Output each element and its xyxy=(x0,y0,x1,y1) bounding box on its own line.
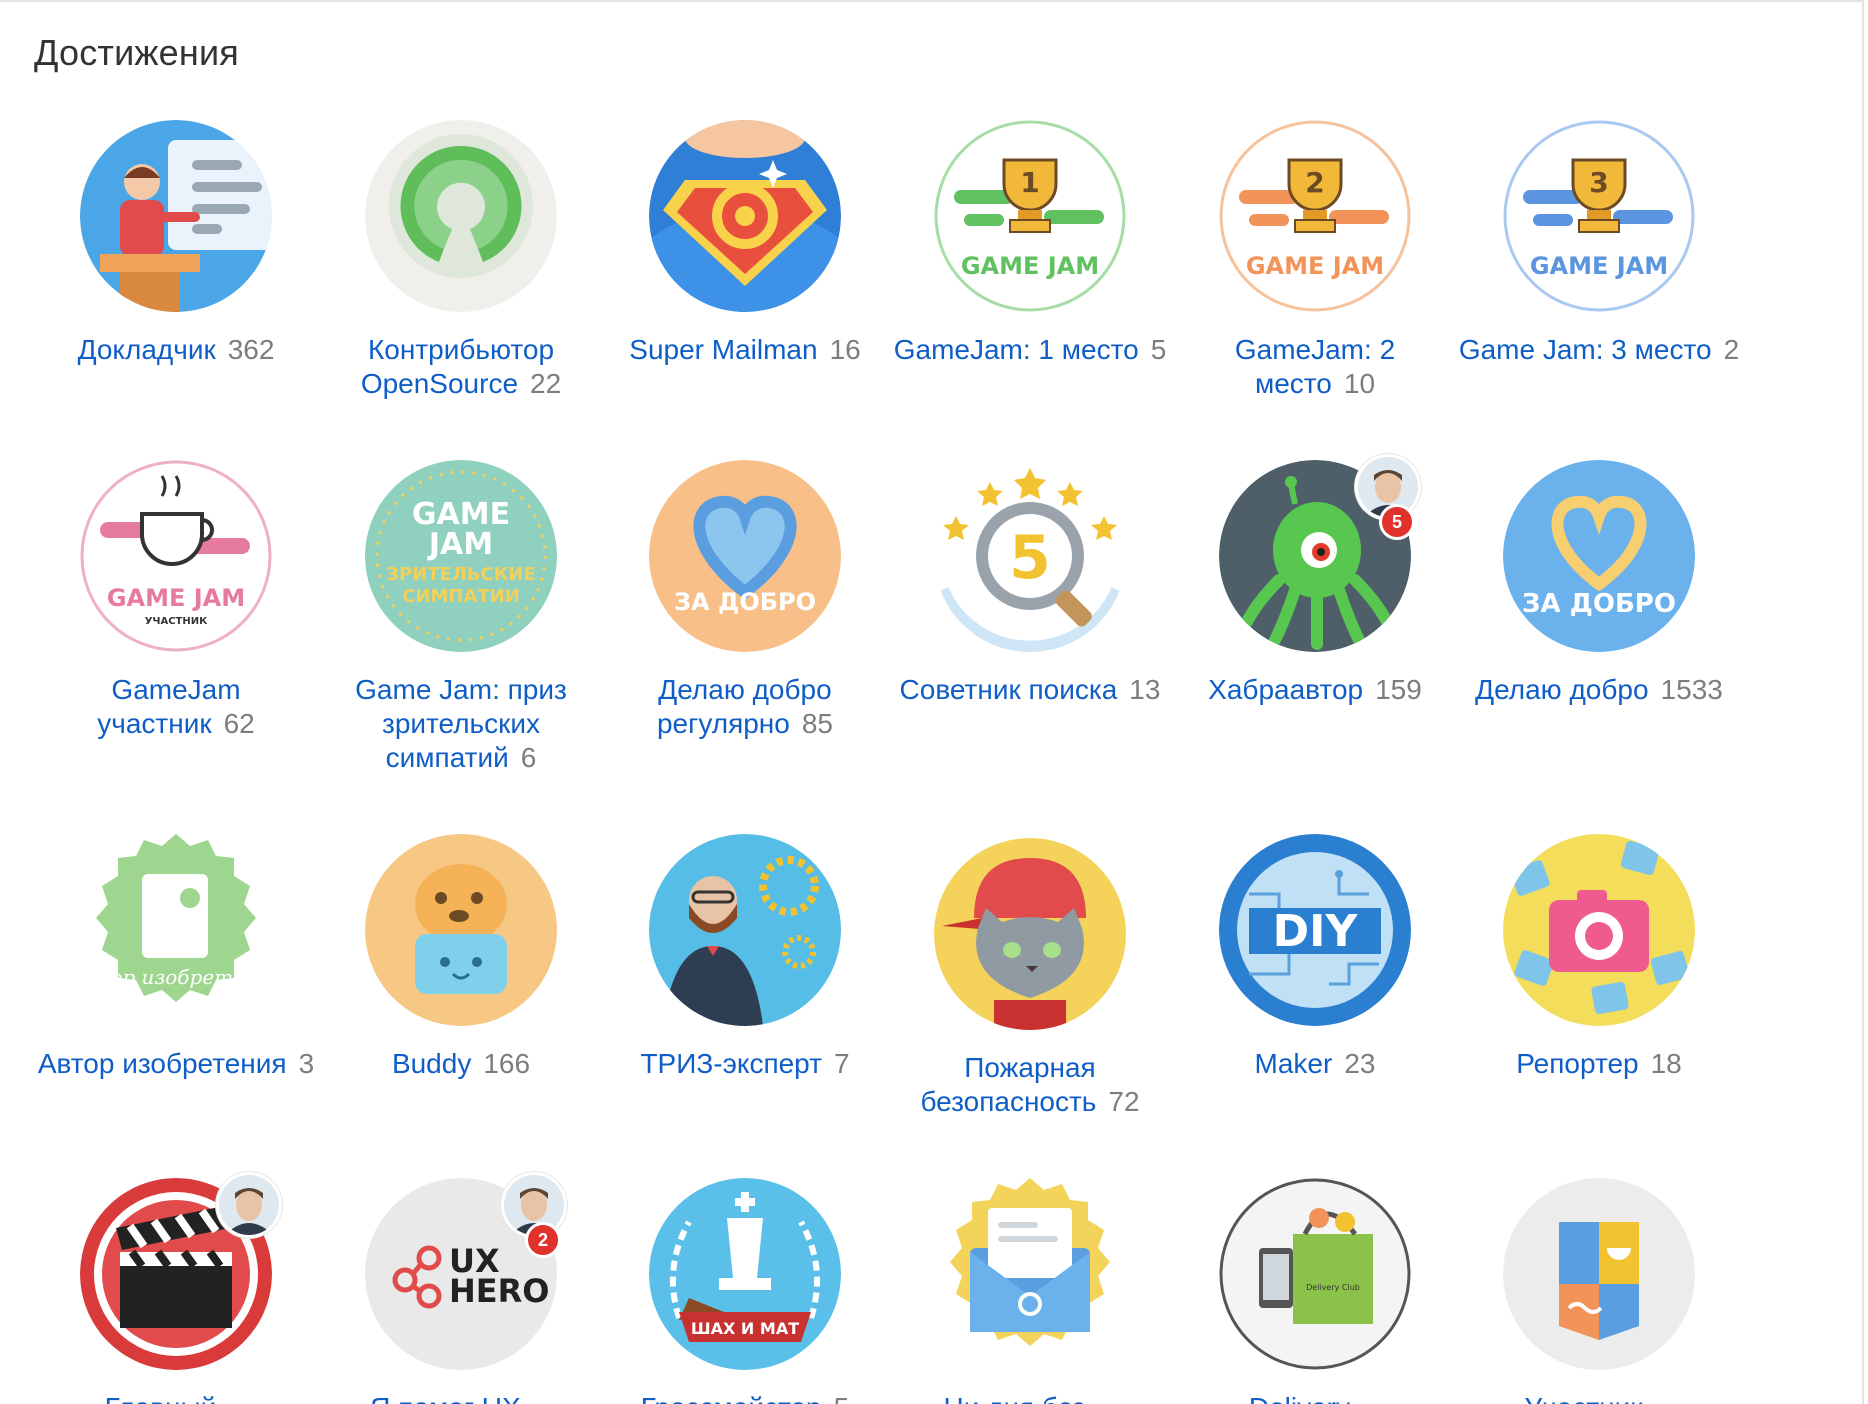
gamejam-audience-award-icon[interactable]: GAME JAM ЗРИТЕЛЬСКИЕ СИМПАТИИ xyxy=(365,460,557,652)
participant-text: УЧАСТНИК xyxy=(145,616,208,627)
badge-name[interactable]: Делаю добро xyxy=(1475,674,1648,705)
badge-count: 166 xyxy=(483,1048,531,1079)
mail-envelope-icon[interactable] xyxy=(934,1178,1126,1370)
badge-count: 7 xyxy=(833,1048,850,1079)
badge-count: 62 xyxy=(223,708,255,739)
section-title: Достижения xyxy=(34,32,239,73)
badge-name[interactable]: Гроссмейстер xyxy=(641,1392,822,1404)
reporter-camera-icon[interactable] xyxy=(1503,834,1695,1026)
notification-count: 2 xyxy=(525,1222,561,1258)
badge-name[interactable]: Ни дня без ... xyxy=(943,1392,1116,1404)
gamejam-first-place-icon[interactable]: 1 GAME JAM xyxy=(934,120,1126,312)
achievements-panel: Достижения Докладчик 362 Контрибьютор Op… xyxy=(0,0,1864,1404)
grandmaster-chess-icon[interactable]: ШАХ И МАТ xyxy=(649,1178,841,1370)
badge-name[interactable]: ТРИЗ-эксперт xyxy=(640,1048,822,1079)
maker-caption: DIY xyxy=(1273,906,1359,957)
director-clapper-icon[interactable] xyxy=(80,1172,282,1370)
gamejam-text: GAME JAM xyxy=(961,252,1099,280)
badge-count: 6 xyxy=(520,742,537,773)
super-mailman-icon[interactable] xyxy=(649,120,841,312)
maker-diy-icon[interactable]: DIY xyxy=(1219,834,1411,1026)
badge-count: 2 xyxy=(1723,334,1740,365)
audience-line4: СИМПАТИИ xyxy=(402,586,520,607)
badge-name[interactable]: Участник ... xyxy=(1524,1392,1673,1404)
search-number: 5 xyxy=(1009,523,1051,593)
gamejam-participant-icon[interactable]: GAME JAM УЧАСТНИК xyxy=(80,460,272,652)
gamejam-second-place-icon[interactable]: 2 GAME JAM xyxy=(1219,120,1411,312)
buddy-icon[interactable] xyxy=(365,834,557,1026)
heart-icon[interactable]: ЗА ДОБРО xyxy=(1503,460,1695,652)
badge-count: 13 xyxy=(1129,674,1161,705)
kindness-caption: ЗА ДОБРО xyxy=(1522,589,1676,619)
ux-hero-bottom: HERO xyxy=(449,1272,549,1310)
badge-name[interactable]: GameJam участник xyxy=(97,674,240,739)
audience-line2: JAM xyxy=(427,527,493,562)
user-avatar[interactable] xyxy=(216,1172,282,1238)
badge-name[interactable]: Я помог UX ... xyxy=(370,1392,552,1404)
badge-name[interactable]: Delivery ... xyxy=(1249,1392,1381,1404)
badge-count: 3 xyxy=(298,1048,315,1079)
badge-count: 18 xyxy=(1650,1048,1682,1079)
badge-name[interactable]: Контрибьютор OpenSource xyxy=(361,334,554,399)
inventor-scroll-icon[interactable]: автор изобретения xyxy=(80,834,272,1026)
cup-number: 1 xyxy=(1020,166,1039,199)
notification-count: 5 xyxy=(1379,504,1415,540)
badge-name[interactable]: Maker xyxy=(1255,1048,1333,1079)
open-source-icon[interactable] xyxy=(365,120,557,312)
search-advisor-icon[interactable]: 5 xyxy=(934,460,1126,652)
inventor-script: автор изобретения xyxy=(80,965,272,989)
badge-name[interactable]: Buddy xyxy=(392,1048,471,1079)
badge-count: 22 xyxy=(530,368,562,399)
cup-number: 2 xyxy=(1305,166,1324,199)
badge-name[interactable]: Репортер xyxy=(1516,1048,1638,1079)
gamejam-text: GAME JAM xyxy=(107,584,245,612)
gamejam-text: GAME JAM xyxy=(1246,252,1384,280)
badge-count: 10 xyxy=(1343,368,1376,399)
chess-ribbon: ШАХ И МАТ xyxy=(691,1319,799,1338)
habr-author-icon[interactable]: 5 xyxy=(1219,454,1421,652)
badge-name[interactable]: Автор изобретения xyxy=(38,1048,287,1079)
badge-name[interactable]: Хабраавтор xyxy=(1208,674,1363,705)
badge-name[interactable]: Пожарная безопасность xyxy=(920,1052,1096,1117)
participant-shield-icon[interactable] xyxy=(1503,1178,1695,1370)
badge-count: 159 xyxy=(1375,674,1422,705)
badge-name[interactable]: Докладчик xyxy=(78,334,216,365)
badge-count: 85 xyxy=(801,708,833,739)
badge-count: 5 xyxy=(1150,334,1167,365)
badge-name[interactable]: Super Mailman xyxy=(629,334,817,365)
gamejam-third-place-icon[interactable]: 3 GAME JAM xyxy=(1503,120,1695,312)
fire-safety-cat-icon[interactable] xyxy=(934,838,1126,1030)
ux-hero-icon[interactable]: UX HERO 2 xyxy=(365,1172,567,1370)
badge-name[interactable]: GameJam: 1 место xyxy=(894,334,1139,365)
audience-line3: ЗРИТЕЛЬСКИЕ xyxy=(386,564,536,585)
badge-name[interactable]: Главный ... xyxy=(105,1392,248,1404)
badge-name[interactable]: Game Jam: 3 место xyxy=(1459,334,1712,365)
badge-count: 23 xyxy=(1344,1048,1376,1079)
kindness-caption: ЗА ДОБРО xyxy=(674,588,816,616)
cup-number: 3 xyxy=(1589,166,1608,199)
triz-expert-icon[interactable] xyxy=(649,834,841,1026)
badge-count: 72 xyxy=(1108,1086,1140,1117)
delivery-text: Delivery Club xyxy=(1306,1283,1360,1292)
speaker-icon[interactable] xyxy=(80,120,272,312)
delivery-club-icon[interactable]: Delivery Club xyxy=(1219,1178,1411,1370)
badge-count: 16 xyxy=(829,334,861,365)
badge-count: 5 xyxy=(834,1392,850,1404)
heart-regular-icon[interactable]: ЗА ДОБРО xyxy=(649,460,841,652)
gamejam-text: GAME JAM xyxy=(1530,252,1668,280)
badge-count: 362 xyxy=(227,334,275,365)
badge-name[interactable]: Советник поиска xyxy=(900,674,1118,705)
badge-count: 1533 xyxy=(1660,674,1723,705)
